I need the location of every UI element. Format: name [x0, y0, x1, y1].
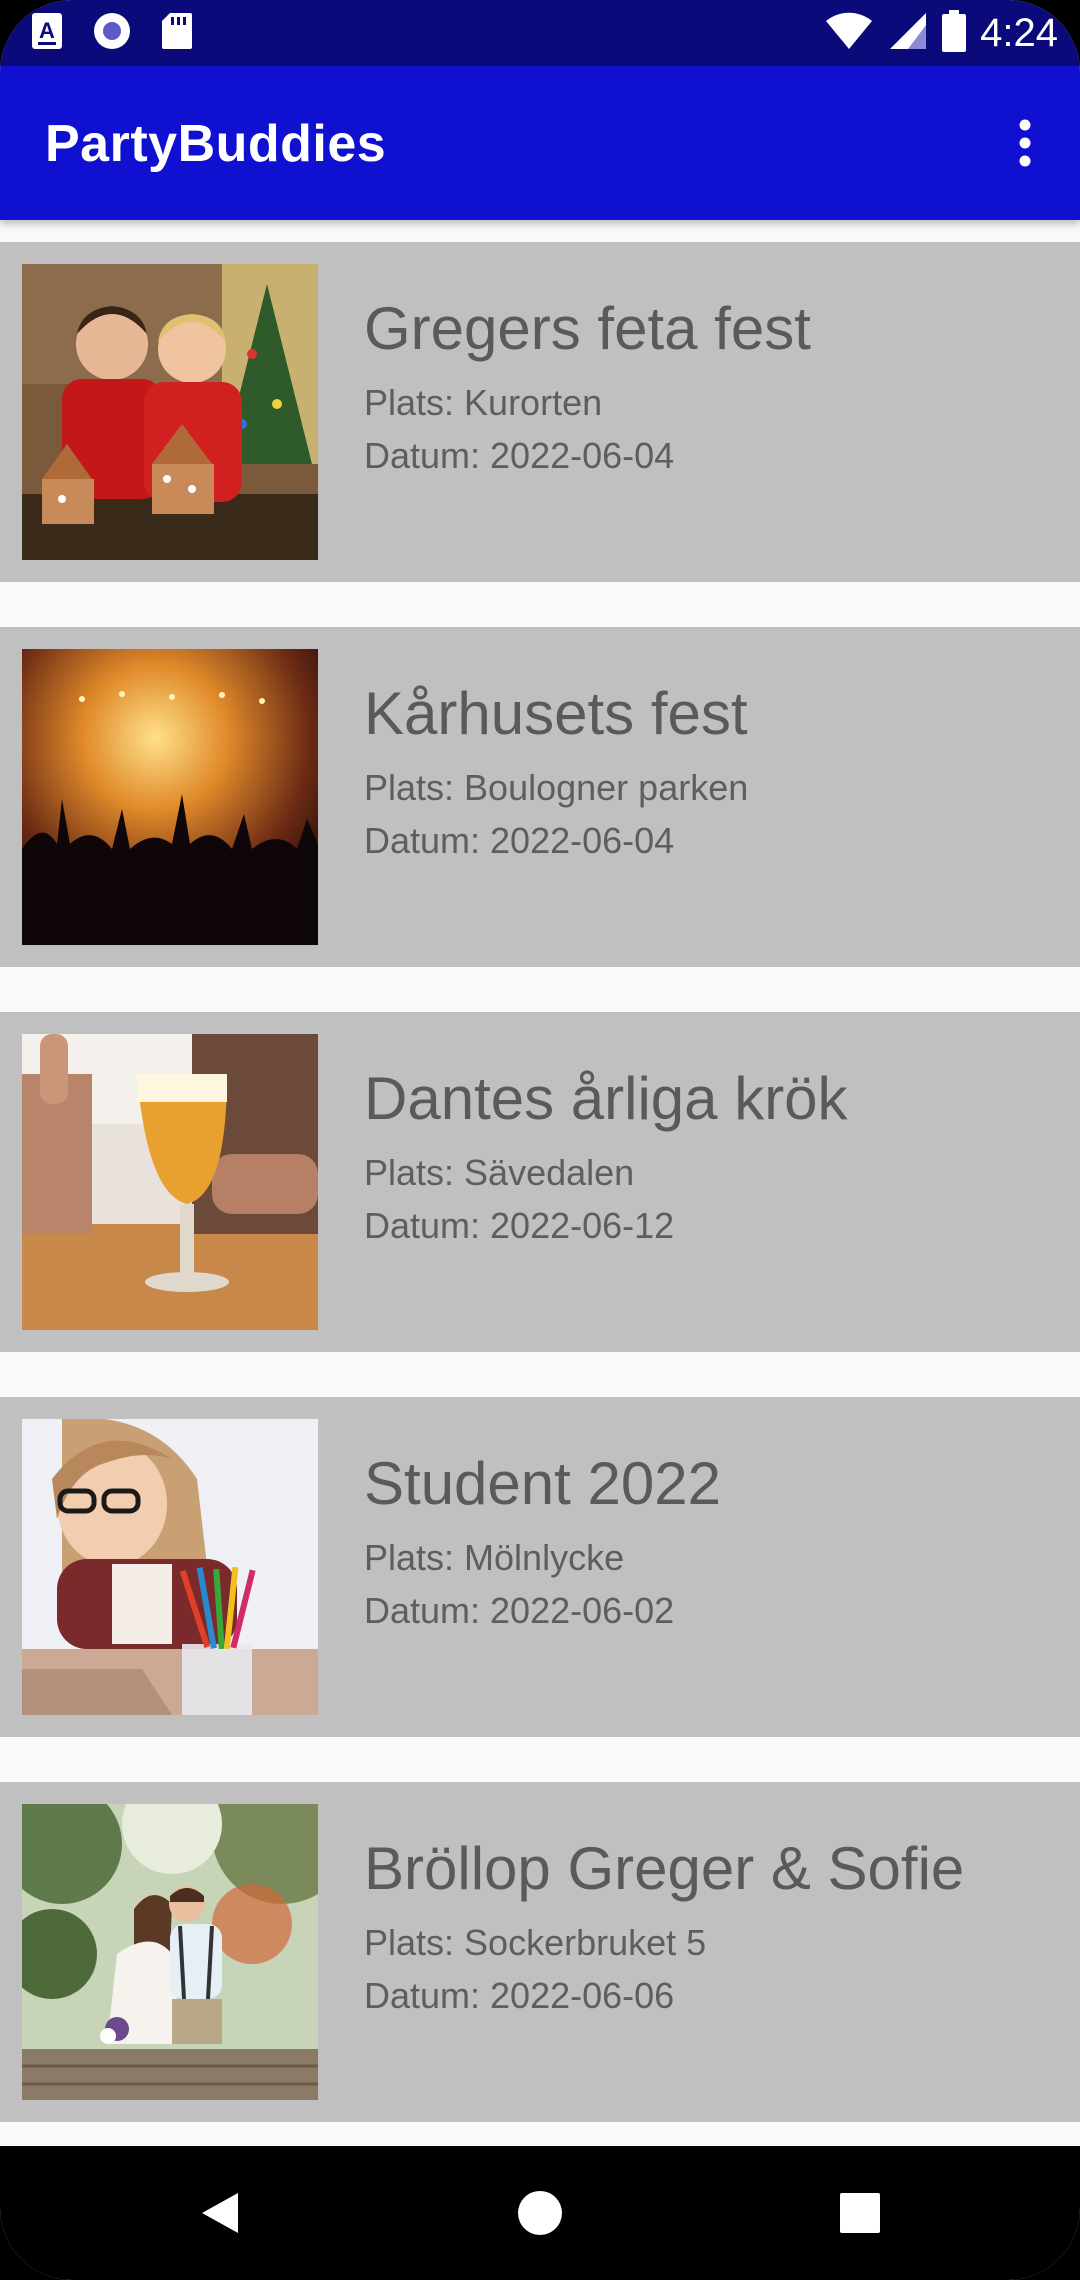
party-card[interactable]: Gregers feta fest Plats: Kurorten Datum:…: [0, 242, 1080, 582]
back-icon[interactable]: [175, 2168, 265, 2258]
party-place: Plats: Kurorten: [364, 382, 603, 423]
party-date: Datum: 2022-06-04: [364, 820, 675, 861]
party-place: Plats: Sävedalen: [364, 1152, 635, 1193]
battery-icon: [942, 9, 967, 57]
party-image: [22, 1419, 318, 1715]
party-image: [22, 649, 318, 945]
app-screen: A 4:24 PartyBuddies Gregers feta fest Pl…: [0, 0, 1080, 2280]
party-title: Gregers feta fest: [364, 295, 811, 362]
party-card[interactable]: Kårhusets fest Plats: Boulogner parken D…: [0, 627, 1080, 967]
party-date: Datum: 2022-06-02: [364, 1590, 675, 1631]
status-bar: A 4:24: [0, 0, 1080, 66]
navigation-bar: [0, 2146, 1080, 2280]
svg-text:A: A: [39, 18, 55, 43]
party-title: Dantes årliga krök: [364, 1065, 848, 1132]
status-notifications: A: [30, 10, 194, 56]
party-card[interactable]: Dantes årliga krök Plats: Sävedalen Datu…: [0, 1012, 1080, 1352]
more-vert-icon[interactable]: [988, 106, 1062, 180]
party-card[interactable]: Student 2022 Plats: Mölnlycke Datum: 202…: [0, 1397, 1080, 1737]
party-title: Kårhusets fest: [364, 680, 748, 747]
party-title: Student 2022: [364, 1450, 721, 1517]
recents-icon[interactable]: [815, 2168, 905, 2258]
status-time: 4:24: [980, 10, 1058, 55]
party-image: [22, 264, 318, 560]
party-card[interactable]: Bröllop Greger & Sofie Plats: Sockerbruk…: [0, 1782, 1080, 2122]
party-date: Datum: 2022-06-12: [364, 1205, 675, 1246]
party-image: [22, 1034, 318, 1330]
party-place: Plats: Sockerbruket 5: [364, 1922, 707, 1963]
party-place: Plats: Boulogner parken: [364, 767, 749, 808]
app-title: PartyBuddies: [45, 115, 387, 173]
party-title: Bröllop Greger & Sofie: [364, 1835, 965, 1902]
wifi-icon: [824, 11, 874, 56]
home-icon[interactable]: [495, 2168, 585, 2258]
record-circle-icon: [92, 11, 132, 56]
status-system: 4:24: [824, 8, 1058, 58]
party-date: Datum: 2022-06-06: [364, 1975, 675, 2016]
sd-card-icon: [160, 11, 194, 56]
app-bar: PartyBuddies: [0, 66, 1080, 220]
party-place: Plats: Mölnlycke: [364, 1537, 625, 1578]
accessibility-a-icon: A: [30, 11, 64, 56]
cell-signal-icon: [888, 11, 928, 56]
party-image: [22, 1804, 318, 2100]
party-date: Datum: 2022-06-04: [364, 435, 675, 476]
